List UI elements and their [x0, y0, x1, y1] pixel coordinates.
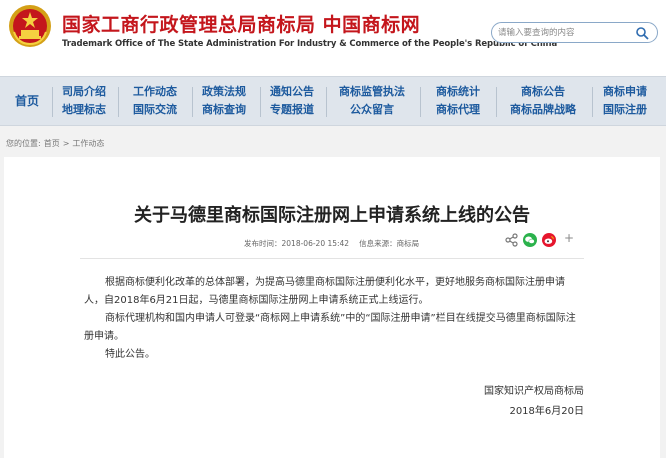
weibo-icon[interactable]: [542, 233, 556, 247]
article-paragraph: 根据商标便利化改革的总体部署，为提高马德里商标国际注册便利化水平，更好地服务商标…: [84, 277, 565, 306]
search-icon[interactable]: [635, 26, 649, 40]
article-paragraph: 商标代理机构和国内申请人可登录“商标网上申请系统”中的“国际注册申请”栏目在线提…: [84, 313, 576, 342]
search-box: [491, 22, 658, 43]
nav-item-enforcement[interactable]: 商标监管执法: [330, 83, 414, 101]
nav-item-bureau-intro[interactable]: 司局介绍: [56, 83, 112, 101]
nav-divider: [260, 87, 261, 117]
breadcrumb-label: 您的位置:: [6, 139, 41, 148]
nav-divider: [420, 87, 421, 117]
breadcrumb-separator: >: [62, 139, 70, 148]
nav-item-intl-exchange[interactable]: 国际交流: [124, 101, 186, 119]
nav-column: 司局介绍 地理标志: [56, 83, 112, 121]
nav-home[interactable]: 首页: [4, 92, 50, 109]
nav-column: 商标统计 商标代理: [426, 83, 490, 121]
article-divider: [80, 258, 584, 259]
article-meta: 发布时间：2018-06-20 15:42 信息来源：商标局: [244, 238, 419, 249]
article-signature: 国家知识产权局商标局 2018年6月20日: [484, 382, 584, 422]
nav-column: 政策法规 商标查询: [196, 83, 252, 121]
nav-item-public-messages[interactable]: 公众留言: [330, 101, 414, 119]
site-header: 国家工商行政管理总局商标局 中国商标网 Trademark Office of …: [0, 0, 666, 76]
nav-item-tm-application[interactable]: 商标申请: [598, 83, 652, 101]
nav-item-tm-search[interactable]: 商标查询: [196, 101, 252, 119]
nav-column: 商标申请 国际注册: [598, 83, 652, 121]
nav-column: 通知公告 专题报道: [264, 83, 320, 121]
article-title: 关于马德里商标国际注册网上申请系统上线的公告: [134, 205, 530, 226]
wechat-icon[interactable]: [523, 233, 537, 247]
nav-divider: [52, 87, 53, 117]
breadcrumb: 您的位置: 首页 > 工作动态: [6, 138, 107, 149]
nav-divider: [326, 87, 327, 117]
nav-item-special-reports[interactable]: 专题报道: [264, 101, 320, 119]
nav-item-brand-strategy[interactable]: 商标品牌战略: [500, 101, 586, 119]
nav-item-tm-announcements[interactable]: 商标公告: [500, 83, 586, 101]
breadcrumb-current[interactable]: 工作动态: [72, 139, 104, 148]
nav-item-agents[interactable]: 商标代理: [426, 101, 490, 119]
nav-column: 商标监管执法 公众留言: [330, 83, 414, 121]
nav-item-work-news[interactable]: 工作动态: [124, 83, 186, 101]
nav-item-intl-registration[interactable]: 国际注册: [598, 101, 652, 119]
nav-column: 工作动态 国际交流: [124, 83, 186, 121]
signature-date: 2018年6月20日: [509, 406, 584, 417]
more-share-button[interactable]: +: [564, 231, 574, 245]
article-paragraph: 特此公告。: [105, 349, 155, 360]
page: 国家工商行政管理总局商标局 中国商标网 Trademark Office of …: [0, 0, 666, 458]
national-emblem-icon: [9, 5, 51, 47]
nav-item-notices[interactable]: 通知公告: [264, 83, 320, 101]
main-nav: 首页 司局介绍 地理标志 工作动态 国际交流 政策法规 商标查询 通知公告 专题…: [0, 76, 666, 126]
article-panel: 关于马德里商标国际注册网上申请系统上线的公告 发布时间：2018-06-20 1…: [4, 157, 660, 458]
info-source: 信息来源：商标局: [359, 239, 420, 248]
nav-item-geo-marks[interactable]: 地理标志: [56, 101, 112, 119]
search-input[interactable]: [498, 25, 628, 40]
breadcrumb-home[interactable]: 首页: [44, 139, 60, 148]
publish-time: 发布时间：2018-06-20 15:42: [244, 239, 350, 248]
nav-column: 商标公告 商标品牌战略: [500, 83, 586, 121]
nav-divider: [192, 87, 193, 117]
article-body: 根据商标便利化改革的总体部署，为提高马德里商标国际注册便利化水平，更好地服务商标…: [84, 274, 584, 364]
nav-divider: [118, 87, 119, 117]
nav-item-policies[interactable]: 政策法规: [196, 83, 252, 101]
nav-divider: [496, 87, 497, 117]
signature-org: 国家知识产权局商标局: [484, 386, 584, 397]
site-title: 国家工商行政管理总局商标局 中国商标网: [62, 14, 421, 36]
nav-item-statistics[interactable]: 商标统计: [426, 83, 490, 101]
site-subtitle: Trademark Office of The State Administra…: [62, 39, 558, 49]
nav-divider: [592, 87, 593, 117]
share-icon[interactable]: [505, 233, 519, 247]
